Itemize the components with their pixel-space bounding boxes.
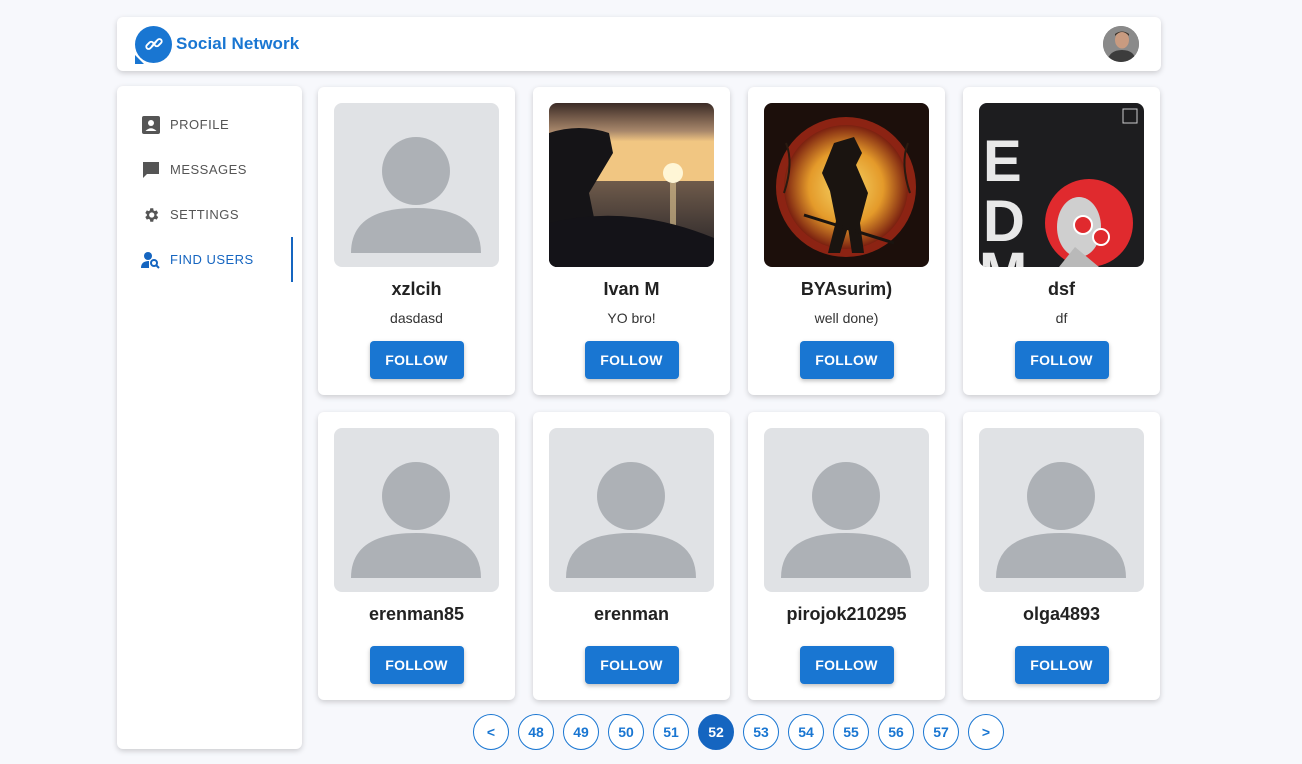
page-button[interactable]: 49 xyxy=(563,714,599,750)
next-page-button[interactable]: > xyxy=(968,714,1004,750)
avatar-photo-icon xyxy=(1103,26,1139,62)
user-status: YO bro! xyxy=(607,310,656,326)
user-card: pirojok210295 FOLLOW xyxy=(748,412,945,700)
samurai-photo[interactable] xyxy=(764,103,929,267)
sidebar-item-label: SETTINGS xyxy=(170,207,240,222)
sidebar-item-label: FIND USERS xyxy=(170,252,254,267)
edm-poster-photo[interactable]: E D M xyxy=(979,103,1144,267)
profile-icon xyxy=(141,115,161,135)
user-card: erenman85 FOLLOW xyxy=(318,412,515,700)
app-header: Social Network xyxy=(117,17,1161,71)
user-status: df xyxy=(1055,310,1068,326)
follow-button[interactable]: FOLLOW xyxy=(584,341,679,379)
page-button[interactable]: 57 xyxy=(923,714,959,750)
sidebar-item-label: PROFILE xyxy=(170,117,230,132)
logo-link-icon[interactable] xyxy=(135,25,172,64)
user-name: dsf xyxy=(1048,279,1075,299)
user-status: well done) xyxy=(814,310,879,326)
page-button[interactable]: 55 xyxy=(833,714,869,750)
svg-text:E: E xyxy=(983,129,1022,194)
current-page-button[interactable]: 52 xyxy=(698,714,734,750)
prev-page-button[interactable]: < xyxy=(473,714,509,750)
sidebar-item-messages[interactable]: MESSAGES xyxy=(117,147,302,192)
user-name: Ivan M xyxy=(603,279,660,299)
follow-button[interactable]: FOLLOW xyxy=(369,341,464,379)
follow-button[interactable]: FOLLOW xyxy=(799,341,894,379)
user-card: E D M dsf df FOLLOW xyxy=(963,87,1160,395)
page-button[interactable]: 54 xyxy=(788,714,824,750)
follow-button[interactable]: FOLLOW xyxy=(1014,341,1109,379)
default-avatar-icon[interactable] xyxy=(764,428,929,592)
sidebar-item-profile[interactable]: PROFILE xyxy=(117,102,302,147)
find-users-icon xyxy=(141,250,161,270)
user-status: dasdasd xyxy=(390,310,443,326)
messages-icon xyxy=(141,160,161,180)
user-name: xzlcih xyxy=(391,279,442,299)
default-avatar-icon[interactable] xyxy=(979,428,1144,592)
page-button[interactable]: 50 xyxy=(608,714,644,750)
user-name: olga4893 xyxy=(1022,604,1101,624)
user-name: BYAsurim) xyxy=(800,279,893,299)
user-card: xzlcih dasdasd FOLLOW xyxy=(318,87,515,395)
page-button[interactable]: 48 xyxy=(518,714,554,750)
follow-button[interactable]: FOLLOW xyxy=(799,646,894,684)
page-button[interactable]: 51 xyxy=(653,714,689,750)
user-card: Ivan M YO bro! FOLLOW xyxy=(533,87,730,395)
user-card: olga4893 FOLLOW xyxy=(963,412,1160,700)
svg-text:M: M xyxy=(979,241,1027,267)
sidebar-item-settings[interactable]: SETTINGS xyxy=(117,192,302,237)
follow-button[interactable]: FOLLOW xyxy=(584,646,679,684)
user-card: erenman FOLLOW xyxy=(533,412,730,700)
pagination: < 48 49 50 51 52 53 54 55 56 57 > xyxy=(473,714,1004,750)
user-card: BYAsurim) well done) FOLLOW xyxy=(748,87,945,395)
page-button[interactable]: 53 xyxy=(743,714,779,750)
sidebar-item-label: MESSAGES xyxy=(170,162,247,177)
follow-button[interactable]: FOLLOW xyxy=(369,646,464,684)
user-name: erenman85 xyxy=(368,604,465,624)
brand-title[interactable]: Social Network xyxy=(176,34,299,54)
gear-icon xyxy=(141,205,161,225)
default-avatar-icon[interactable] xyxy=(334,428,499,592)
sidebar-nav: PROFILE MESSAGES SETTINGS FIND USERS xyxy=(117,86,302,749)
page-button[interactable]: 56 xyxy=(878,714,914,750)
follow-button[interactable]: FOLLOW xyxy=(1014,646,1109,684)
default-avatar-icon[interactable] xyxy=(334,103,499,267)
user-name: erenman xyxy=(593,604,670,624)
user-avatar[interactable] xyxy=(1103,26,1139,62)
user-name: pirojok210295 xyxy=(786,604,907,624)
default-avatar-icon[interactable] xyxy=(549,428,714,592)
sunset-photo[interactable] xyxy=(549,103,714,267)
chain-link-icon xyxy=(144,38,163,50)
sidebar-item-find-users[interactable]: FIND USERS xyxy=(117,237,302,282)
